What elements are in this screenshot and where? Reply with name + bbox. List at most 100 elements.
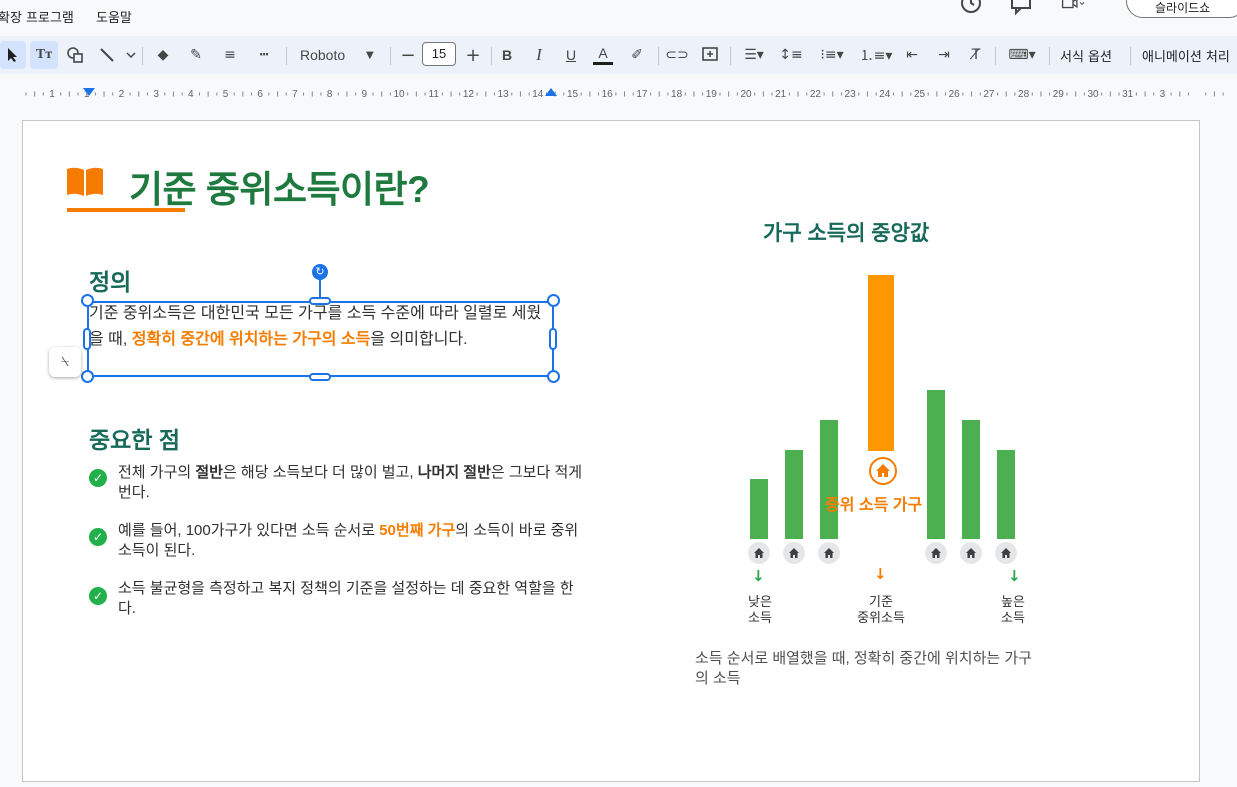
bold-button[interactable]: B [496,41,518,69]
chart-caption[interactable]: 소득 순서로 배열했을 때, 정확히 중간에 위치하는 가구의 소득 [695,649,1045,689]
increase-font-button[interactable]: + [462,41,484,69]
important-heading[interactable]: 중요한 점 [89,421,180,455]
minus-icon: − [400,44,416,66]
resize-handle-top-left[interactable] [81,294,94,307]
text-box-tool[interactable]: Tт [30,41,58,69]
input-tools-button[interactable]: ⌨▾ [1002,41,1042,69]
menu-extensions[interactable]: 확장 프로그램 [0,7,74,26]
ruler-number: 5 [223,89,229,100]
arrow-down-icon: ↓ [752,567,765,585]
pencil-icon: ✎ [190,47,202,63]
decrease-indent-button[interactable]: ⇤ [900,41,924,69]
toolbar-divider [142,47,143,65]
border-weight-button[interactable]: ≡ [217,41,243,69]
ruler-number: 26 [949,89,961,100]
line-spacing-button[interactable]: ↕≡ [778,41,804,69]
add-comment-button[interactable] [698,41,722,69]
history-icon[interactable] [958,0,984,16]
border-dash-button[interactable]: ┅ [251,41,277,69]
format-options-button[interactable]: 서식 옵션 [1060,46,1112,65]
resize-handle-top-right[interactable] [547,294,560,307]
clear-format-icon: T̸ [971,47,981,63]
resize-handle-bottom[interactable] [309,373,331,381]
ruler-number: 4 [188,89,194,100]
chart-title[interactable]: 가구 소득의 중앙값 [763,217,929,247]
median-income-line-1: 기준 [869,594,893,609]
toolbar-divider [995,47,996,65]
point-text: 은 해당 소득보다 더 많이 벌고, [222,464,418,481]
menu-help[interactable]: 도움말 [96,7,132,26]
toolbar-divider [390,47,391,65]
align-left-icon: ☰▾ [744,47,764,63]
border-color-button[interactable]: ✎ [183,41,209,69]
median-household-label: 중위 소득 가구 [825,497,923,514]
shape-icon [67,47,83,63]
ruler-number: 17 [636,89,648,100]
point-3[interactable]: 소득 불균형을 측정하고 복지 정책의 기준을 설정하는 데 중요한 역할을 한… [118,579,588,619]
ruler-number: 18 [671,89,683,100]
line-tool[interactable] [94,41,140,69]
resize-handle-bottom-right[interactable] [547,370,560,383]
font-select[interactable]: Roboto ▼ [292,41,384,69]
ruler-number: 14 [532,89,544,100]
ruler-number: 12 [463,89,475,100]
ruler-number: 7 [292,89,298,100]
video-call-icon[interactable] [1060,0,1086,16]
link-icon: ⊂⊃ [665,47,689,63]
rotate-handle-icon[interactable]: ↻ [312,264,328,280]
ruler-number: 25 [914,89,926,100]
underline-icon: U [565,47,577,63]
point-1[interactable]: 전체 가구의 절반은 해당 소득보다 더 많이 벌고, 나머지 절반은 그보다 … [118,463,588,503]
increase-indent-button[interactable]: ⇥ [932,41,956,69]
ruler-number: 3 [153,89,159,100]
font-name: Roboto [300,47,346,63]
text-color-button[interactable]: A [592,41,614,69]
ruler-number: 16 [602,89,614,100]
check-circle-icon: ✓ [89,469,107,487]
slideshow-button[interactable]: 슬라이드쇼 [1126,0,1237,18]
bulleted-list-button[interactable]: ⁝≡▾ [812,41,852,69]
quick-action-button[interactable]: ⍀ [49,347,81,377]
definition-heading[interactable]: 정의 [89,263,131,297]
house-icon [925,542,947,564]
clear-formatting-button[interactable]: T̸ [964,41,988,69]
border-dash-icon: ┅ [259,47,269,63]
outdent-icon: ⇤ [906,47,918,63]
point-2[interactable]: 예를 들어, 100가구가 있다면 소득 순서로 50번째 가구의 소득이 바로… [118,521,588,561]
resize-handle-top[interactable] [309,297,331,305]
resize-handle-right[interactable] [549,328,557,350]
animate-button[interactable]: 애니메이션 처리 [1142,46,1230,65]
income-bar-1 [750,479,768,539]
align-button[interactable]: ☰▾ [736,41,772,69]
text-box-icon: Tт [35,47,53,62]
border-weight-icon: ≡ [224,47,236,63]
text-color-swatch [593,61,613,65]
underline-button[interactable]: U [560,41,582,69]
fill-color-button[interactable]: ◆ [150,41,176,69]
income-bar-6 [962,420,980,539]
italic-button[interactable]: I [528,41,550,69]
income-bar-2 [785,450,803,539]
high-income-label: 높은 소득 [998,594,1028,626]
highlight-button[interactable]: ✐ [626,41,648,69]
selection-frame[interactable] [87,301,554,377]
shape-tool[interactable] [62,41,88,69]
numbered-list-icon: ⒈≡▾ [859,48,893,64]
highlighter-icon: ✐ [631,47,643,63]
select-tool[interactable] [0,41,26,69]
horizontal-ruler[interactable]: 1 1 2 3 4 5 6 7 8 9 10 11 12 13 14 15 16 17 18 19 20 21 22 23 24… [0,84,1237,104]
insert-link-button[interactable]: ⊂⊃ [665,41,689,69]
ruler-number: 31 [1122,89,1134,100]
house-icon [995,542,1017,564]
font-size-input[interactable]: 15 [422,42,456,66]
slideshow-label: 슬라이드쇼 [1155,1,1211,15]
resize-handle-bottom-left[interactable] [81,370,94,383]
ruler-number: 9 [362,89,368,100]
income-bar-3 [820,420,838,539]
numbered-list-button[interactable]: ⒈≡▾ [856,41,896,69]
decrease-font-button[interactable]: − [398,41,418,69]
slide-canvas[interactable]: 기준 중위소득이란? 정의 기준 중위소득은 대한민국 모든 가구를 소득 수준… [22,120,1200,782]
comment-icon[interactable] [1008,0,1034,16]
resize-handle-left[interactable] [83,328,91,350]
slide-title[interactable]: 기준 중위소득이란? [129,159,430,213]
